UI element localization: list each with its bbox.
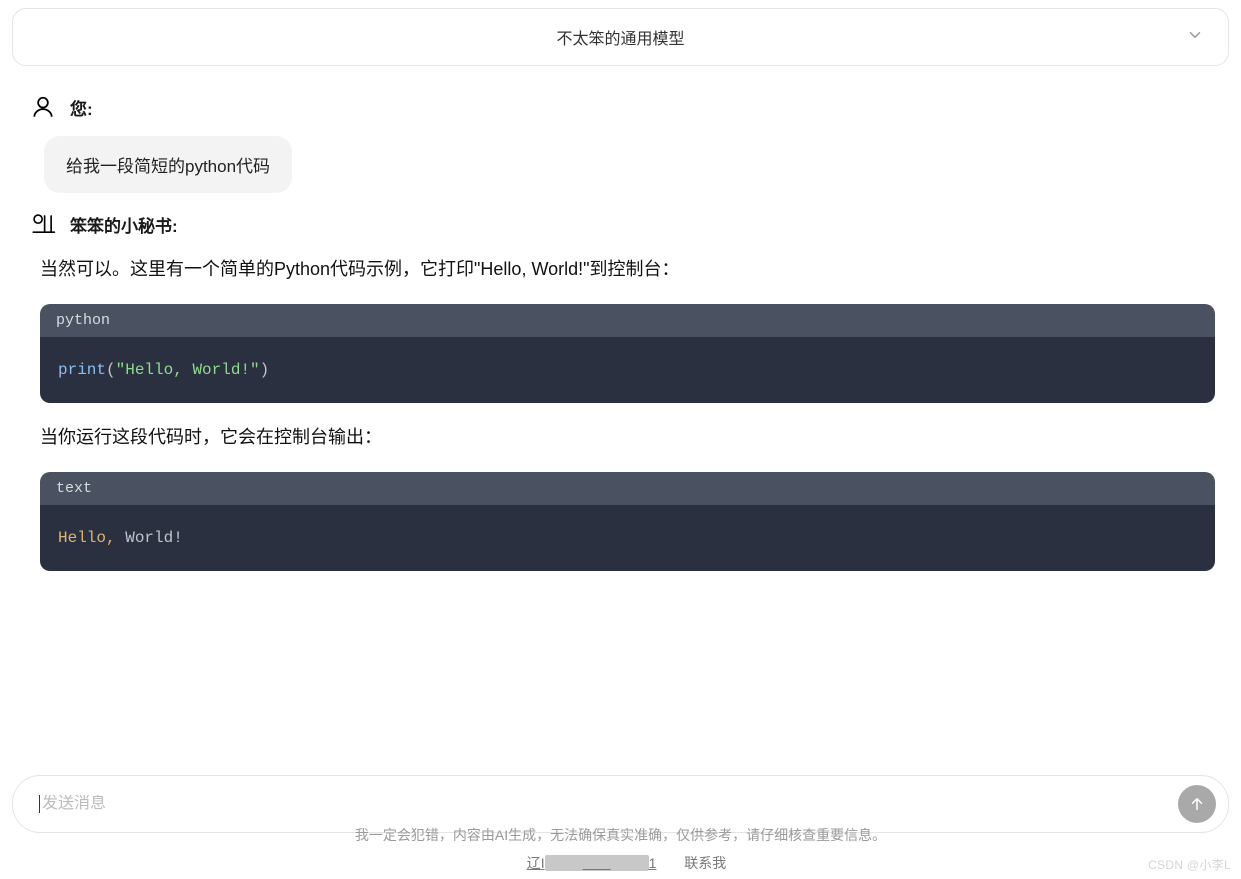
disclaimer-text: 我一定会犯错，内容由AI生成，无法确保真实准确，仅供参考，请仔细核查重要信息。 [0,825,1241,845]
text-caret [39,795,40,813]
footer-links: 辽Ixxxx1 联系我 [0,853,1241,873]
assistant-icon [30,211,56,237]
assistant-intro: 当然可以。这里有一个简单的Python代码示例，它打印"Hello, World… [40,255,1225,284]
watermark: CSDN @小李L [1148,856,1231,873]
code-token-paren: ) [260,361,270,379]
assistant-label: 笨笨的小秘书: [70,212,178,237]
code-content[interactable]: Hello, World! [40,505,1215,571]
arrow-up-icon [1188,795,1206,813]
user-label: 您: [70,95,93,120]
license-link[interactable]: 辽Ixxxx1 [527,855,657,871]
code-lang-label: text [40,472,1215,505]
code-block-python: python print("Hello, World!") [40,304,1215,403]
code-lang-label: python [40,304,1215,337]
assistant-header: 笨笨的小秘书: [30,211,1225,237]
message-input[interactable] [42,795,1178,813]
assistant-explain: 当你运行这段代码时，它会在控制台输出： [40,423,1225,452]
code-token: Hello, [58,529,116,547]
code-token-paren: ( [106,361,116,379]
user-bubble: 给我一段简短的python代码 [44,136,292,193]
code-content[interactable]: print("Hello, World!") [40,337,1215,403]
user-message: 您: 给我一段简短的python代码 [30,94,1225,193]
code-token: World! [116,529,183,547]
code-block-text: text Hello, World! [40,472,1215,571]
send-button[interactable] [1178,785,1216,823]
user-header: 您: [30,94,1225,120]
chevron-down-icon [1186,26,1204,49]
chat-area: 您: 给我一段简短的python代码 笨笨的小秘书: 当然可以。这里有一个简单的… [0,66,1241,571]
code-token-string: "Hello, World!" [116,361,260,379]
user-icon [30,94,56,120]
assistant-message: 笨笨的小秘书: 当然可以。这里有一个简单的Python代码示例，它打印"Hell… [30,211,1225,571]
model-selector[interactable]: 不太笨的通用模型 [12,8,1229,66]
code-token-fn: print [58,361,106,379]
footer: 我一定会犯错，内容由AI生成，无法确保真实准确，仅供参考，请仔细核查重要信息。 … [0,825,1241,873]
model-name: 不太笨的通用模型 [556,25,684,49]
contact-link[interactable]: 联系我 [684,855,726,871]
